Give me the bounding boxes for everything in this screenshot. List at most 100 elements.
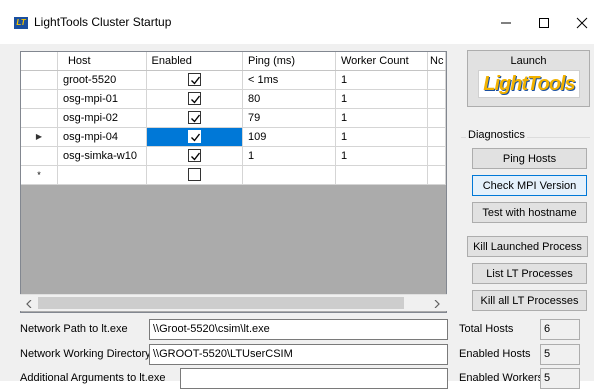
nc-cell[interactable] xyxy=(427,127,446,147)
close-icon xyxy=(576,17,588,29)
nc-cell[interactable] xyxy=(427,89,446,109)
new-row-indicator: * xyxy=(21,165,58,185)
chevron-right-icon xyxy=(434,299,440,308)
table-header-row: Host Enabled Ping (ms) Worker Count Nc xyxy=(21,52,446,71)
minimize-icon xyxy=(501,22,511,24)
worker-count-cell[interactable]: 1 xyxy=(335,89,429,109)
enabled-cell[interactable] xyxy=(146,146,244,166)
worker-count-cell[interactable]: 1 xyxy=(335,70,429,90)
worker-count-cell[interactable]: 1 xyxy=(335,108,429,128)
host-cell[interactable]: groot-5520 xyxy=(57,70,147,90)
lighttools-app-icon: LT xyxy=(14,17,28,29)
title-bar: LT LightTools Cluster Startup xyxy=(0,0,594,44)
enabled-cell[interactable] xyxy=(146,89,244,109)
nc-cell[interactable] xyxy=(427,108,446,128)
table-body: groot-5520 < 1ms 1 osg-mpi-01 80 1 osg-mpi-02 7… xyxy=(21,70,446,185)
total-hosts-label: Total Hosts xyxy=(459,323,514,335)
row-header[interactable] xyxy=(21,108,58,128)
row-header[interactable] xyxy=(21,89,58,109)
maximize-button[interactable] xyxy=(524,8,564,38)
ping-cell[interactable]: < 1ms xyxy=(242,70,336,90)
lighttools-logo: LightTools xyxy=(478,70,580,98)
chevron-left-icon xyxy=(25,299,31,308)
nc-cell[interactable] xyxy=(427,165,446,185)
checkmark-icon xyxy=(190,76,200,85)
scroll-left-arrow[interactable] xyxy=(20,295,37,312)
enabled-checkbox[interactable] xyxy=(187,130,201,143)
hosts-grid[interactable]: Host Enabled Ping (ms) Worker Count Nc g… xyxy=(20,51,447,313)
ping-cell[interactable]: 79 xyxy=(242,108,336,128)
nc-cell[interactable] xyxy=(427,146,446,166)
enabled-checkbox[interactable] xyxy=(187,111,201,124)
worker-count-cell[interactable]: 1 xyxy=(335,146,429,166)
row-header[interactable] xyxy=(21,146,58,166)
enabled-cell[interactable] xyxy=(146,70,244,90)
scroll-right-arrow[interactable] xyxy=(428,295,445,312)
list-lt-processes-button[interactable]: List LT Processes xyxy=(472,263,587,284)
minimize-button[interactable] xyxy=(486,8,526,38)
enabled-checkbox[interactable] xyxy=(187,149,201,162)
enabled-hosts-value: 5 xyxy=(540,344,580,365)
worker-count-cell[interactable]: 1 xyxy=(335,127,429,147)
enabled-checkbox[interactable] xyxy=(187,92,201,105)
test-with-hostname-button[interactable]: Test with hostname xyxy=(472,202,587,223)
ping-cell[interactable]: 1 xyxy=(242,146,336,166)
table-row[interactable]: osg-mpi-01 80 1 xyxy=(21,89,446,109)
table-row[interactable]: osg-mpi-02 79 1 xyxy=(21,108,446,128)
new-row[interactable]: * xyxy=(21,165,446,185)
launch-button[interactable]: Launch LightTools xyxy=(467,50,590,107)
column-header-nc[interactable]: Nc xyxy=(427,52,446,71)
launch-label: Launch xyxy=(510,55,547,67)
diagnostics-group-label: Diagnostics xyxy=(466,129,527,141)
table-row[interactable]: groot-5520 < 1ms 1 xyxy=(21,70,446,90)
worker-count-cell[interactable] xyxy=(335,165,429,185)
row-header[interactable] xyxy=(21,70,58,90)
total-hosts-value: 6 xyxy=(540,319,580,340)
hosts-table: Host Enabled Ping (ms) Worker Count Nc g… xyxy=(21,52,446,185)
additional-arguments-field[interactable] xyxy=(180,368,448,389)
enabled-hosts-label: Enabled Hosts xyxy=(459,348,531,360)
current-row-indicator[interactable]: ▶ xyxy=(21,127,58,147)
host-cell[interactable]: osg-mpi-01 xyxy=(57,89,147,109)
close-button[interactable] xyxy=(562,8,594,38)
maximize-icon xyxy=(539,18,549,28)
checkmark-icon xyxy=(190,114,200,123)
checkmark-icon xyxy=(190,152,200,161)
enabled-cell[interactable] xyxy=(146,108,244,128)
enabled-cell[interactable] xyxy=(146,127,244,147)
column-header-worker-count[interactable]: Worker Count xyxy=(335,52,429,71)
row-header-corner xyxy=(21,52,58,71)
working-directory-field[interactable]: \\GROOT-5520\LTUserCSIM xyxy=(149,344,448,365)
column-header-ping[interactable]: Ping (ms) xyxy=(242,52,336,71)
column-header-enabled[interactable]: Enabled xyxy=(146,52,244,71)
kill-launched-process-button[interactable]: Kill Launched Process xyxy=(467,236,588,257)
scrollbar-thumb[interactable] xyxy=(38,297,404,309)
host-cell[interactable]: osg-simka-w10 xyxy=(57,146,147,166)
enabled-cell[interactable] xyxy=(146,165,244,185)
host-cell[interactable]: osg-mpi-04 xyxy=(57,127,147,147)
ping-cell[interactable] xyxy=(242,165,336,185)
enabled-workers-value: 5 xyxy=(540,368,580,389)
network-path-field[interactable]: \\Groot-5520\csim\lt.exe xyxy=(149,319,448,340)
column-header-host[interactable]: Host xyxy=(57,52,147,71)
checkmark-icon xyxy=(190,133,200,142)
working-directory-label: Network Working Directory xyxy=(20,348,151,360)
network-path-label: Network Path to lt.exe xyxy=(20,323,128,335)
horizontal-scrollbar[interactable] xyxy=(20,294,447,311)
table-row[interactable]: ▶ osg-mpi-04 109 1 xyxy=(21,127,446,147)
enabled-checkbox[interactable] xyxy=(187,73,201,86)
ping-hosts-button[interactable]: Ping Hosts xyxy=(472,148,587,169)
additional-arguments-label: Additional Arguments to lt.exe xyxy=(20,372,166,384)
checkmark-icon xyxy=(190,95,200,104)
ping-cell[interactable]: 80 xyxy=(242,89,336,109)
window-title: LightTools Cluster Startup xyxy=(34,15,172,29)
enabled-checkbox[interactable] xyxy=(187,168,201,181)
enabled-workers-label: Enabled Workers xyxy=(459,372,544,384)
check-mpi-version-button[interactable]: Check MPI Version xyxy=(472,175,587,196)
ping-cell[interactable]: 109 xyxy=(242,127,336,147)
host-cell[interactable]: osg-mpi-02 xyxy=(57,108,147,128)
host-cell[interactable] xyxy=(57,165,147,185)
table-row[interactable]: osg-simka-w10 1 1 xyxy=(21,146,446,166)
kill-all-lt-processes-button[interactable]: Kill all LT Processes xyxy=(472,290,587,311)
nc-cell[interactable] xyxy=(427,70,446,90)
